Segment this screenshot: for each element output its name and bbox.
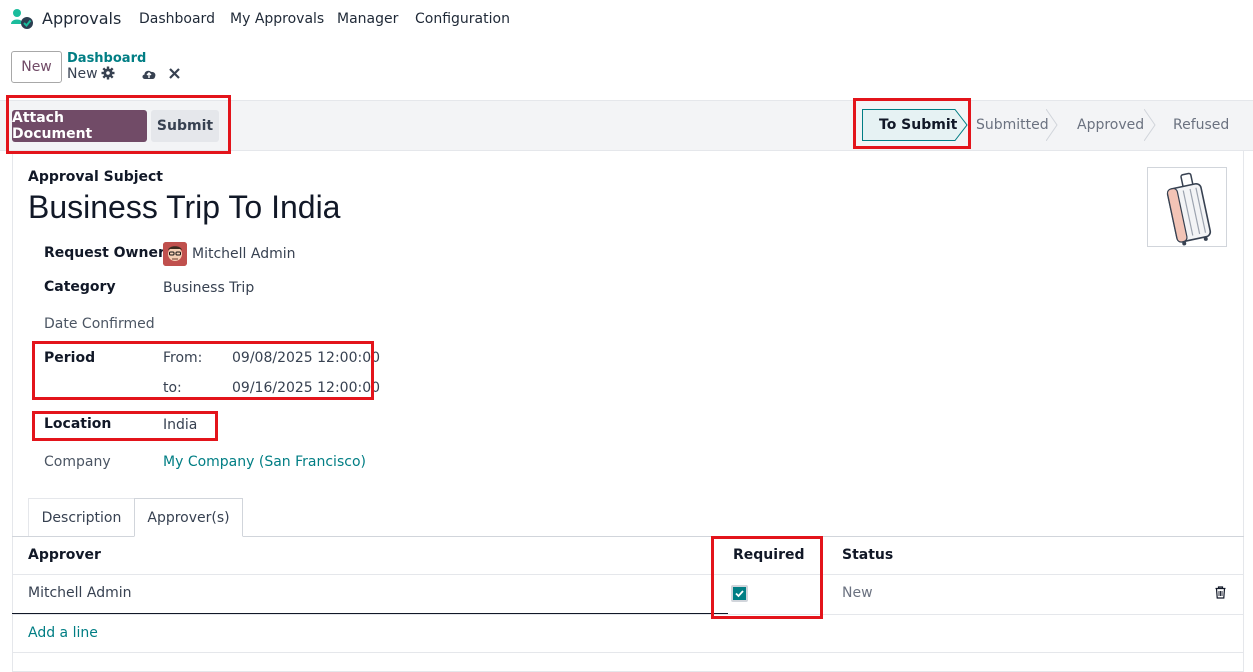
tab-description[interactable]: Description xyxy=(28,498,135,537)
trash-icon[interactable] xyxy=(1215,586,1226,599)
menu-my-approvals[interactable]: My Approvals xyxy=(230,11,324,27)
column-header-status[interactable]: Status xyxy=(842,547,893,563)
table-divider xyxy=(12,614,1244,615)
gear-icon[interactable] xyxy=(101,66,115,80)
new-button[interactable]: New xyxy=(11,51,62,83)
highlight-required xyxy=(711,536,823,619)
stage-separator xyxy=(1144,109,1156,141)
column-header-approver[interactable]: Approver xyxy=(28,547,101,563)
top-navbar: Approvals Dashboard My Approvals Manager… xyxy=(0,0,1253,38)
category-value[interactable]: Business Trip xyxy=(163,280,254,296)
highlight-period xyxy=(32,341,374,400)
tab-approvers[interactable]: Approver(s) xyxy=(134,498,243,537)
stage-refused[interactable]: Refused xyxy=(1173,117,1229,133)
date-confirmed-label: Date Confirmed xyxy=(44,316,155,332)
discard-x-icon[interactable] xyxy=(169,68,180,79)
avatar xyxy=(163,242,187,266)
stage-submitted[interactable]: Submitted xyxy=(976,117,1049,133)
user-avatar-icon xyxy=(163,242,187,266)
menu-dashboard[interactable]: Dashboard xyxy=(139,11,215,27)
category-label: Category xyxy=(44,279,116,295)
table-divider xyxy=(12,574,1244,575)
request-owner-value[interactable]: Mitchell Admin xyxy=(192,246,296,262)
stage-approved[interactable]: Approved xyxy=(1077,117,1144,133)
approval-subject-title[interactable]: Business Trip To India xyxy=(28,189,340,226)
approval-subject-label: Approval Subject xyxy=(28,169,164,185)
table-divider xyxy=(12,652,1244,653)
save-cloud-icon[interactable] xyxy=(141,67,157,81)
luggage-icon xyxy=(1166,172,1212,246)
add-line-link[interactable]: Add a line xyxy=(28,625,98,641)
approvals-app-icon[interactable] xyxy=(10,8,34,30)
company-label: Company xyxy=(44,454,111,470)
highlight-location xyxy=(32,411,218,441)
approver-cell[interactable]: Mitchell Admin xyxy=(28,585,132,601)
status-cell: New xyxy=(842,585,873,601)
category-image xyxy=(1147,167,1227,247)
company-value[interactable]: My Company (San Francisco) xyxy=(163,454,366,470)
menu-manager[interactable]: Manager xyxy=(337,11,398,27)
highlight-action-buttons xyxy=(6,95,231,154)
app-name[interactable]: Approvals xyxy=(42,9,121,28)
breadcrumb-current: New xyxy=(67,66,98,82)
request-owner-label: Request Owner xyxy=(44,245,165,261)
breadcrumb-dashboard[interactable]: Dashboard xyxy=(67,51,146,66)
highlight-stage xyxy=(853,98,971,149)
menu-configuration[interactable]: Configuration xyxy=(415,11,510,27)
